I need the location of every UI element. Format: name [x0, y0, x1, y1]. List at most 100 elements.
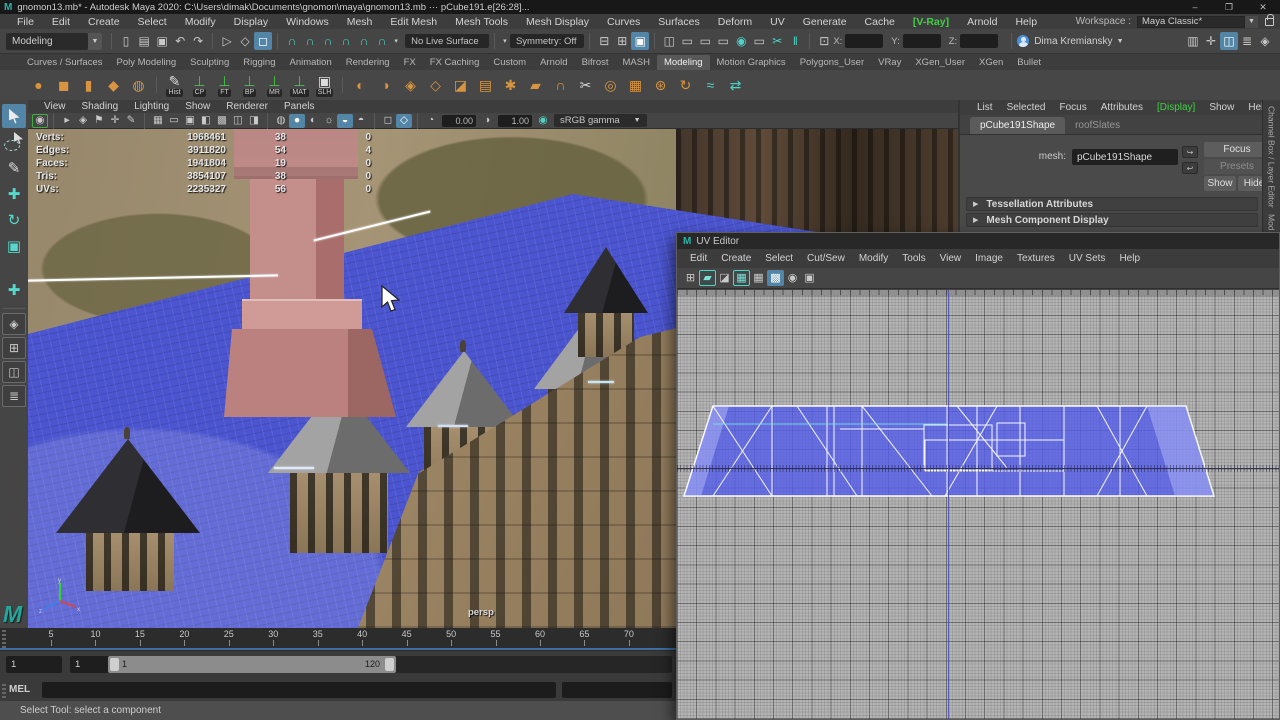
maximize-button[interactable]: ❐ [1212, 2, 1246, 13]
menu-item[interactable]: Mesh [338, 16, 382, 28]
shelf-tab[interactable]: Bullet [1010, 55, 1048, 70]
set-layout-history-icon[interactable]: ▣SLH [312, 72, 337, 99]
uv-editor-window[interactable]: M UV Editor EditCreateSelectCut/SewModif… [676, 232, 1280, 720]
section-mesh-component-display[interactable]: ▶ Mesh Component Display [966, 213, 1258, 227]
menu-item[interactable]: Windows [277, 16, 338, 28]
workspace-select[interactable]: Maya Classic* [1137, 16, 1245, 28]
frame-tick[interactable]: 5 [40, 629, 62, 639]
show-input-icon[interactable]: ↪ [1182, 146, 1198, 158]
frame-tick[interactable]: 55 [485, 629, 507, 639]
bridge-icon[interactable]: ∩ [548, 72, 573, 99]
sidebar-strip[interactable]: Channel Box / Layer Editor Mod [1262, 100, 1280, 232]
layout-four-pane-icon[interactable]: ⊞ [2, 337, 26, 359]
menu-item[interactable]: Mesh Display [517, 16, 598, 28]
section-tessellation-attributes[interactable]: ▶ Tessellation Attributes [966, 197, 1258, 211]
viewport-menu-item[interactable]: Show [177, 101, 218, 112]
attribute-editor-toggle-icon[interactable]: ◫ [1220, 32, 1238, 50]
target-weld-icon[interactable]: ◎ [598, 72, 623, 99]
poly-cube-icon[interactable]: ◼ [51, 72, 76, 99]
mirror-icon[interactable]: ◐ [348, 72, 373, 99]
focus-button[interactable]: Focus [1204, 142, 1270, 157]
separate-icon[interactable]: ◇ [423, 72, 448, 99]
workspace-lock-icon[interactable] [1265, 18, 1274, 26]
mel-grip[interactable] [2, 682, 6, 698]
shelf-tab[interactable]: Custom [486, 55, 533, 70]
show-button[interactable]: Show [1204, 176, 1236, 191]
symmetry-arrow-icon[interactable]: ▾ [500, 32, 510, 50]
exposure-icon[interactable]: ◔ [423, 114, 439, 128]
shelf-tab[interactable]: XGen_User [908, 55, 972, 70]
poly-cone-icon[interactable]: ◆ [101, 72, 126, 99]
live-surface-field[interactable]: No Live Surface [405, 34, 489, 48]
menu-item[interactable]: Surfaces [649, 16, 708, 28]
shelf-tab[interactable]: Animation [282, 55, 338, 70]
shelf-tab[interactable]: XGen [972, 55, 1010, 70]
wireframe-icon[interactable]: ◍ [273, 114, 289, 128]
lasso-select-tool-icon[interactable] [2, 130, 26, 154]
frame-tick[interactable]: 15 [129, 629, 151, 639]
ao-icon[interactable]: ◓ [353, 114, 369, 128]
redo-icon[interactable]: ↷ [189, 32, 207, 50]
range-start-handle[interactable] [110, 658, 119, 671]
match-rotation-icon[interactable]: ⊥MR [262, 72, 287, 99]
symmetry-field[interactable]: Symmetry: Off [510, 34, 584, 48]
render-settings-icon[interactable]: ▭ [714, 32, 732, 50]
match-all-transforms-icon[interactable]: ⊥MAT [287, 72, 312, 99]
menu-item[interactable]: Display [225, 16, 277, 28]
shelf-tab[interactable]: Rigging [236, 55, 282, 70]
menu-item[interactable]: Curves [598, 16, 649, 28]
checker-map-icon[interactable]: ▦ [733, 270, 750, 286]
frame-tick[interactable]: 25 [218, 629, 240, 639]
modeling-toolkit-toggle-icon[interactable]: ▥ [1184, 32, 1202, 50]
menu-item[interactable]: Generate [794, 16, 856, 28]
time-slider[interactable]: 510152025303540455055606570 [0, 628, 676, 651]
x-input[interactable] [845, 34, 883, 48]
menu-item[interactable]: [V-Ray] [904, 16, 958, 28]
bake-pivot-icon[interactable]: ⊥BP [237, 72, 262, 99]
presets-button[interactable]: Presets [1204, 159, 1270, 174]
shelf-tab[interactable]: Sculpting [183, 55, 236, 70]
ipr-render-icon[interactable]: ▭ [696, 32, 714, 50]
select-object-icon[interactable]: ◇ [236, 32, 254, 50]
frame-tick[interactable]: 20 [173, 629, 195, 639]
bevel-icon[interactable]: ▰ [523, 72, 548, 99]
minimize-button[interactable]: – [1178, 2, 1212, 13]
frame-tick[interactable]: 70 [618, 629, 640, 639]
layout-single-pane-icon[interactable]: ◈ [2, 313, 26, 335]
transfer-attributes-icon[interactable]: ⇄ [723, 72, 748, 99]
open-render-view-icon[interactable]: ◫ [660, 32, 678, 50]
shelf-tab[interactable]: FX [397, 55, 423, 70]
uv-editor-menu-item[interactable]: View [933, 253, 969, 264]
mesh-name-field[interactable]: pCube191Shape [1072, 149, 1178, 165]
menu-item[interactable]: Mesh Tools [446, 16, 517, 28]
uv-shell[interactable] [677, 290, 1279, 719]
output-connections-icon[interactable]: ⊞ [613, 32, 631, 50]
viewport-menu-item[interactable]: Renderer [218, 101, 276, 112]
shadows-icon[interactable]: ◒ [337, 114, 353, 128]
paint-select-tool-icon[interactable]: ✎ [2, 156, 26, 180]
gate-mask-icon[interactable]: ◧ [198, 114, 214, 128]
open-scene-icon[interactable]: ▤ [135, 32, 153, 50]
uv-editor-menu-item[interactable]: Select [758, 253, 800, 264]
frame-tick[interactable]: 30 [262, 629, 284, 639]
attribute-editor-menu-item[interactable]: Show [1202, 102, 1241, 113]
render-current-frame-icon[interactable]: ▭ [678, 32, 696, 50]
mel-input[interactable] [42, 682, 556, 698]
scale-tool-icon[interactable]: ▣ [2, 234, 26, 258]
quad-draw-icon[interactable]: ▦ [623, 72, 648, 99]
shelf-tab[interactable]: Curves / Surfaces [20, 55, 110, 70]
frame-tick[interactable]: 50 [440, 629, 462, 639]
uv-distortion-icon[interactable]: ⊞ [682, 270, 699, 286]
range-slider-bar[interactable]: 1 120 [108, 656, 396, 673]
construction-history-icon[interactable]: ▣ [631, 32, 649, 50]
image-display-icon[interactable]: ▣ [801, 270, 818, 286]
shelf-tab[interactable]: Arnold [533, 55, 574, 70]
colorspace-select[interactable]: sRGB gamma ▼ [554, 114, 647, 127]
shelf-tab[interactable]: Motion Graphics [710, 55, 793, 70]
display-globals-icon[interactable]: ◉ [732, 32, 750, 50]
frame-tick[interactable]: 60 [529, 629, 551, 639]
circularize-icon[interactable]: ⊛ [648, 72, 673, 99]
uv-editor-title-bar[interactable]: M UV Editor [677, 233, 1279, 249]
uv-editor-menu-item[interactable]: Help [1112, 253, 1147, 264]
menu-set-select[interactable]: Modeling [6, 33, 88, 50]
